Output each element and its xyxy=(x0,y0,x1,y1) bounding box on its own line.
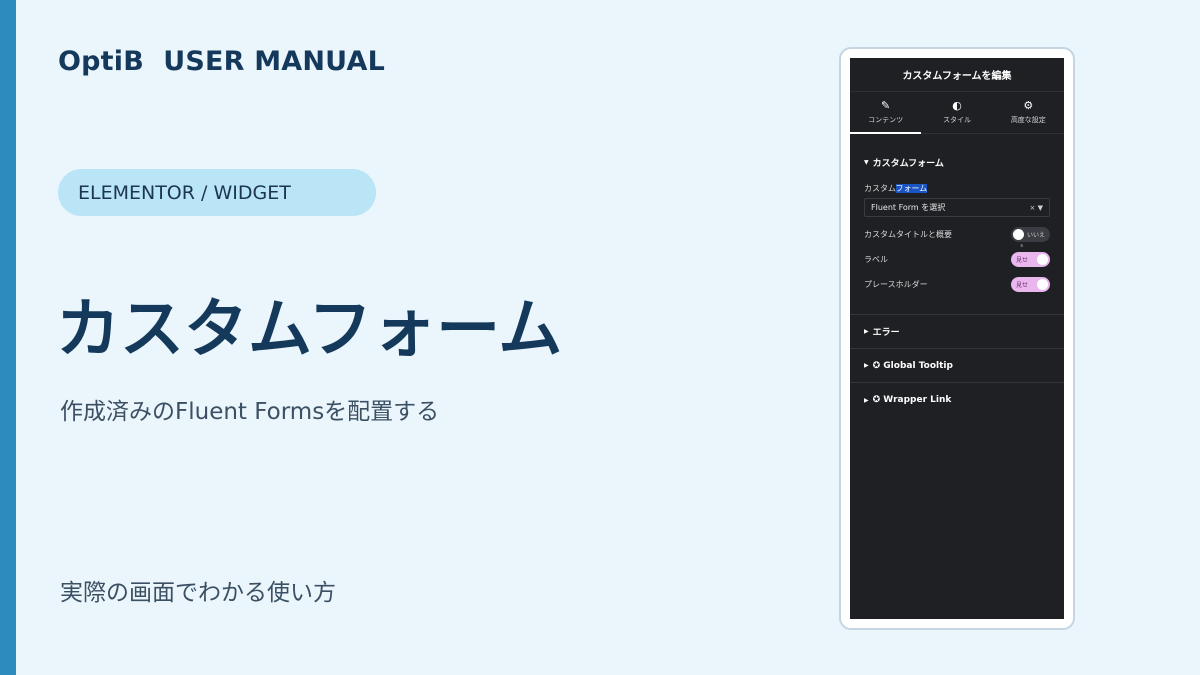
caret-right-icon: ▶ xyxy=(864,396,869,404)
panel-tabs: ✎ コンテンツ ◐ スタイル ⚙ 高度な設定 xyxy=(850,92,1064,134)
section-custom-form-toggle[interactable]: ▼ カスタムフォーム xyxy=(864,156,1050,169)
section-error[interactable]: ▶ エラー xyxy=(850,315,1064,349)
field-label-prefix: カスタム xyxy=(864,184,896,193)
tab-advanced-label: 高度な設定 xyxy=(1010,116,1046,124)
toggle-placeholder-text: 見せ xyxy=(1016,282,1029,289)
page-title: カスタムフォーム xyxy=(56,293,563,367)
section-error-head: ▶ エラー xyxy=(864,325,900,338)
section-custom-form-title: カスタムフォーム xyxy=(872,159,944,169)
row-title-description: カスタムタイトルと概要 いいえ xyxy=(864,227,1050,242)
category-pill: ELEMENTOR / WIDGET xyxy=(58,169,376,216)
accent-bar xyxy=(0,0,16,675)
section-error-title: エラー xyxy=(872,328,900,338)
tab-content[interactable]: ✎ コンテンツ xyxy=(850,92,922,134)
section-custom-form: ▼ カスタムフォーム カスタムフォーム Fluent Form を選択 × ▼ … xyxy=(850,134,1064,292)
brand-title: OptiB USER MANUAL xyxy=(58,46,385,77)
field-label-highlight: フォーム xyxy=(895,184,928,193)
caret-right-icon: ▶ xyxy=(864,328,869,335)
toggle-knob xyxy=(1037,279,1048,290)
form-select-value: Fluent Form を選択 xyxy=(871,203,946,212)
section-global-tooltip-head: ▶ ✪ Global Tooltip xyxy=(864,361,953,371)
category-label: ELEMENTOR / WIDGET xyxy=(78,181,291,204)
footer-caption: 実際の画面でわかる使い方 xyxy=(60,580,336,606)
row-title-description-label: カスタムタイトルと概要 xyxy=(864,230,952,239)
half-circle-icon: ◐ xyxy=(952,99,962,112)
toggle-placeholder[interactable]: 見せ xyxy=(1011,277,1050,292)
row-placeholder: プレースホルダー 見せ xyxy=(864,277,1050,292)
chevron-down-icon[interactable]: ▼ xyxy=(1038,204,1043,212)
clear-icon[interactable]: × xyxy=(1030,204,1036,212)
form-select[interactable]: Fluent Form を選択 × ▼ xyxy=(864,198,1050,217)
tab-style-label: スタイル xyxy=(942,116,971,124)
toggle-knob xyxy=(1013,229,1024,240)
toggle-knob xyxy=(1037,254,1048,265)
tab-content-label: コンテンツ xyxy=(868,116,904,124)
row-label-hint: s xyxy=(1020,243,1023,249)
caret-right-icon: ▶ xyxy=(864,362,869,369)
section-global-tooltip[interactable]: ▶ ✪ Global Tooltip xyxy=(850,349,1064,383)
toggle-label-text: 見せ xyxy=(1016,257,1029,264)
tab-advanced[interactable]: ⚙ 高度な設定 xyxy=(993,92,1064,133)
toggle-title-description-text: いいえ xyxy=(1026,232,1045,239)
row-placeholder-label: プレースホルダー xyxy=(864,280,928,289)
toggle-title-description[interactable]: いいえ xyxy=(1011,227,1050,242)
section-wrapper-link[interactable]: ▶ ✪ Wrapper Link xyxy=(850,383,1064,417)
pencil-icon: ✎ xyxy=(881,99,891,112)
form-field-label: カスタムフォーム xyxy=(864,183,1050,194)
gear-icon: ⚙ xyxy=(1023,99,1034,112)
row-label: ラベル s 見せ xyxy=(864,243,1050,267)
section-wrapper-link-title: ✪ Wrapper Link xyxy=(872,395,952,405)
row-label-label: ラベル xyxy=(864,255,888,264)
editor-panel: カスタムフォームを編集 ✎ コンテンツ ◐ スタイル ⚙ 高度な設定 ▼ カスタ… xyxy=(850,58,1064,619)
panel-header: カスタムフォームを編集 xyxy=(850,58,1064,92)
tab-style[interactable]: ◐ スタイル xyxy=(921,92,992,133)
caret-down-icon: ▼ xyxy=(864,159,869,166)
phone-frame: カスタムフォームを編集 ✎ コンテンツ ◐ スタイル ⚙ 高度な設定 ▼ カスタ… xyxy=(839,47,1075,630)
page-subtitle: 作成済みのFluent Formsを配置する xyxy=(60,399,440,425)
select-controls: × ▼ xyxy=(1030,204,1044,212)
section-wrapper-link-head: ▶ ✪ Wrapper Link xyxy=(864,395,951,405)
section-global-tooltip-title: ✪ Global Tooltip xyxy=(872,360,953,371)
toggle-label[interactable]: 見せ xyxy=(1011,252,1050,267)
